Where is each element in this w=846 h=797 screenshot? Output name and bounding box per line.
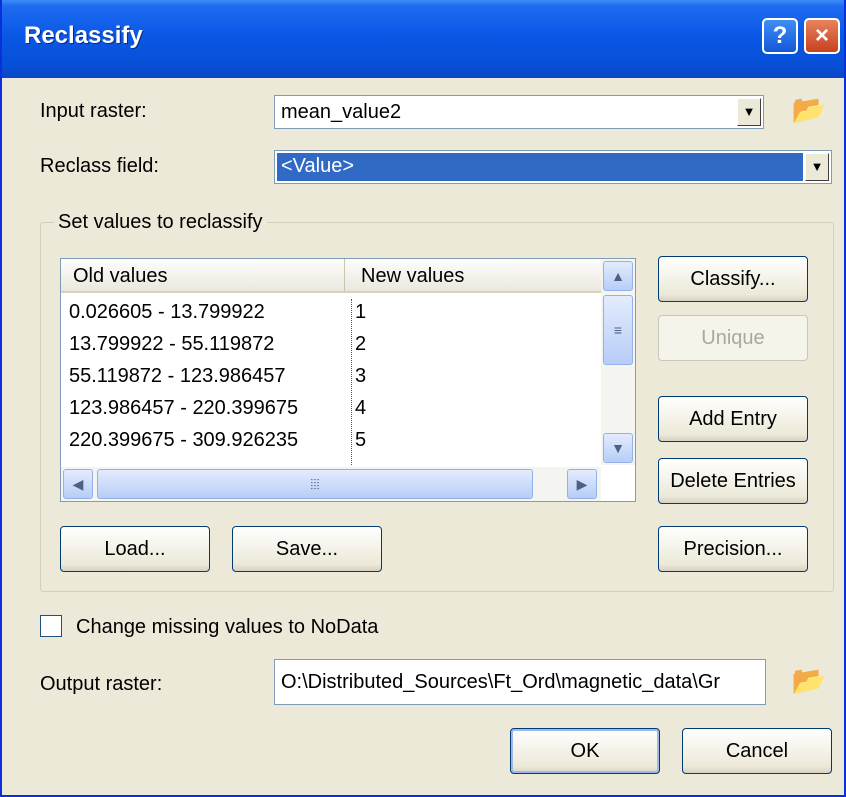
input-raster-combo[interactable]: mean_value2 ▼ xyxy=(274,95,764,129)
scroll-left-icon[interactable]: ◀ xyxy=(63,469,93,499)
old-value-cell: 55.119872 - 123.986457 xyxy=(69,365,286,387)
dialog-title: Reclassify xyxy=(24,22,143,49)
cancel-button[interactable]: Cancel xyxy=(682,728,832,774)
input-raster-label: Input raster: xyxy=(40,100,147,122)
scroll-up-icon[interactable]: ▲ xyxy=(603,261,633,291)
column-header-new-values[interactable]: New values xyxy=(345,259,601,293)
output-raster-field[interactable]: O:\Distributed_Sources\Ft_Ord\magnetic_d… xyxy=(274,659,766,705)
ok-button[interactable]: OK xyxy=(510,728,660,774)
close-button[interactable]: × xyxy=(804,18,840,54)
add-entry-button[interactable]: Add Entry xyxy=(658,396,808,442)
unique-button: Unique xyxy=(658,315,808,361)
scroll-thumb[interactable]: ≡ xyxy=(603,295,633,365)
load-button[interactable]: Load... xyxy=(60,526,210,572)
new-value-cell[interactable]: 1 xyxy=(355,301,366,324)
reclass-table[interactable]: Old values New values 0.026605 - 13.7999… xyxy=(60,258,636,502)
save-button[interactable]: Save... xyxy=(232,526,382,572)
horizontal-scrollbar[interactable]: ◀ ⦙⦙⦙ ▶ xyxy=(61,467,601,501)
scroll-down-icon[interactable]: ▼ xyxy=(603,433,633,463)
old-value-cell: 220.399675 - 309.926235 xyxy=(69,429,299,451)
column-header-old-values[interactable]: Old values xyxy=(61,259,345,293)
old-value-cell: 13.799922 - 55.119872 xyxy=(69,333,275,355)
scroll-right-icon[interactable]: ▶ xyxy=(567,469,597,499)
classify-button[interactable]: Classify... xyxy=(658,256,808,302)
scroll-thumb[interactable]: ⦙⦙⦙ xyxy=(97,469,533,499)
table-row[interactable]: 55.119872 - 123.986457 3 xyxy=(61,363,601,393)
vertical-scrollbar[interactable]: ▲ ≡ ▼ xyxy=(601,259,635,465)
title-bar[interactable]: Reclassify ? × xyxy=(2,0,844,78)
output-raster-label: Output raster: xyxy=(40,673,163,695)
table-row[interactable]: 220.399675 - 309.926235 5 xyxy=(61,427,601,457)
missing-nodata-checkbox[interactable] xyxy=(40,615,62,637)
missing-nodata-label[interactable]: Change missing values to NoData xyxy=(76,616,378,639)
chevron-down-icon[interactable]: ▼ xyxy=(737,98,761,126)
cell-divider xyxy=(351,299,352,465)
precision-button[interactable]: Precision... xyxy=(658,526,808,572)
reclass-field-label: Reclass field: xyxy=(40,155,159,177)
new-value-cell[interactable]: 4 xyxy=(355,397,366,420)
open-folder-icon[interactable]: 📂 xyxy=(788,661,830,701)
old-value-cell: 123.986457 - 220.399675 xyxy=(69,397,299,419)
table-row[interactable]: 123.986457 - 220.399675 4 xyxy=(61,395,601,425)
reclassify-dialog: Reclassify ? × Input raster: mean_value2… xyxy=(0,0,846,797)
new-value-cell[interactable]: 3 xyxy=(355,365,366,388)
table-row[interactable]: 13.799922 - 55.119872 2 xyxy=(61,331,601,361)
groupbox-title: Set values to reclassify xyxy=(54,211,267,234)
reclass-field-value: <Value> xyxy=(277,153,803,181)
open-folder-icon[interactable]: 📂 xyxy=(788,90,830,130)
new-value-cell[interactable]: 5 xyxy=(355,429,366,452)
delete-entries-button[interactable]: Delete Entries xyxy=(658,458,808,504)
chevron-down-icon[interactable]: ▼ xyxy=(805,153,829,181)
table-row[interactable]: 0.026605 - 13.799922 1 xyxy=(61,299,601,329)
new-value-cell[interactable]: 2 xyxy=(355,333,366,356)
old-value-cell: 0.026605 - 13.799922 xyxy=(69,301,265,323)
help-button[interactable]: ? xyxy=(762,18,798,54)
reclass-field-combo[interactable]: <Value> ▼ xyxy=(274,150,832,184)
input-raster-value: mean_value2 xyxy=(281,101,402,123)
